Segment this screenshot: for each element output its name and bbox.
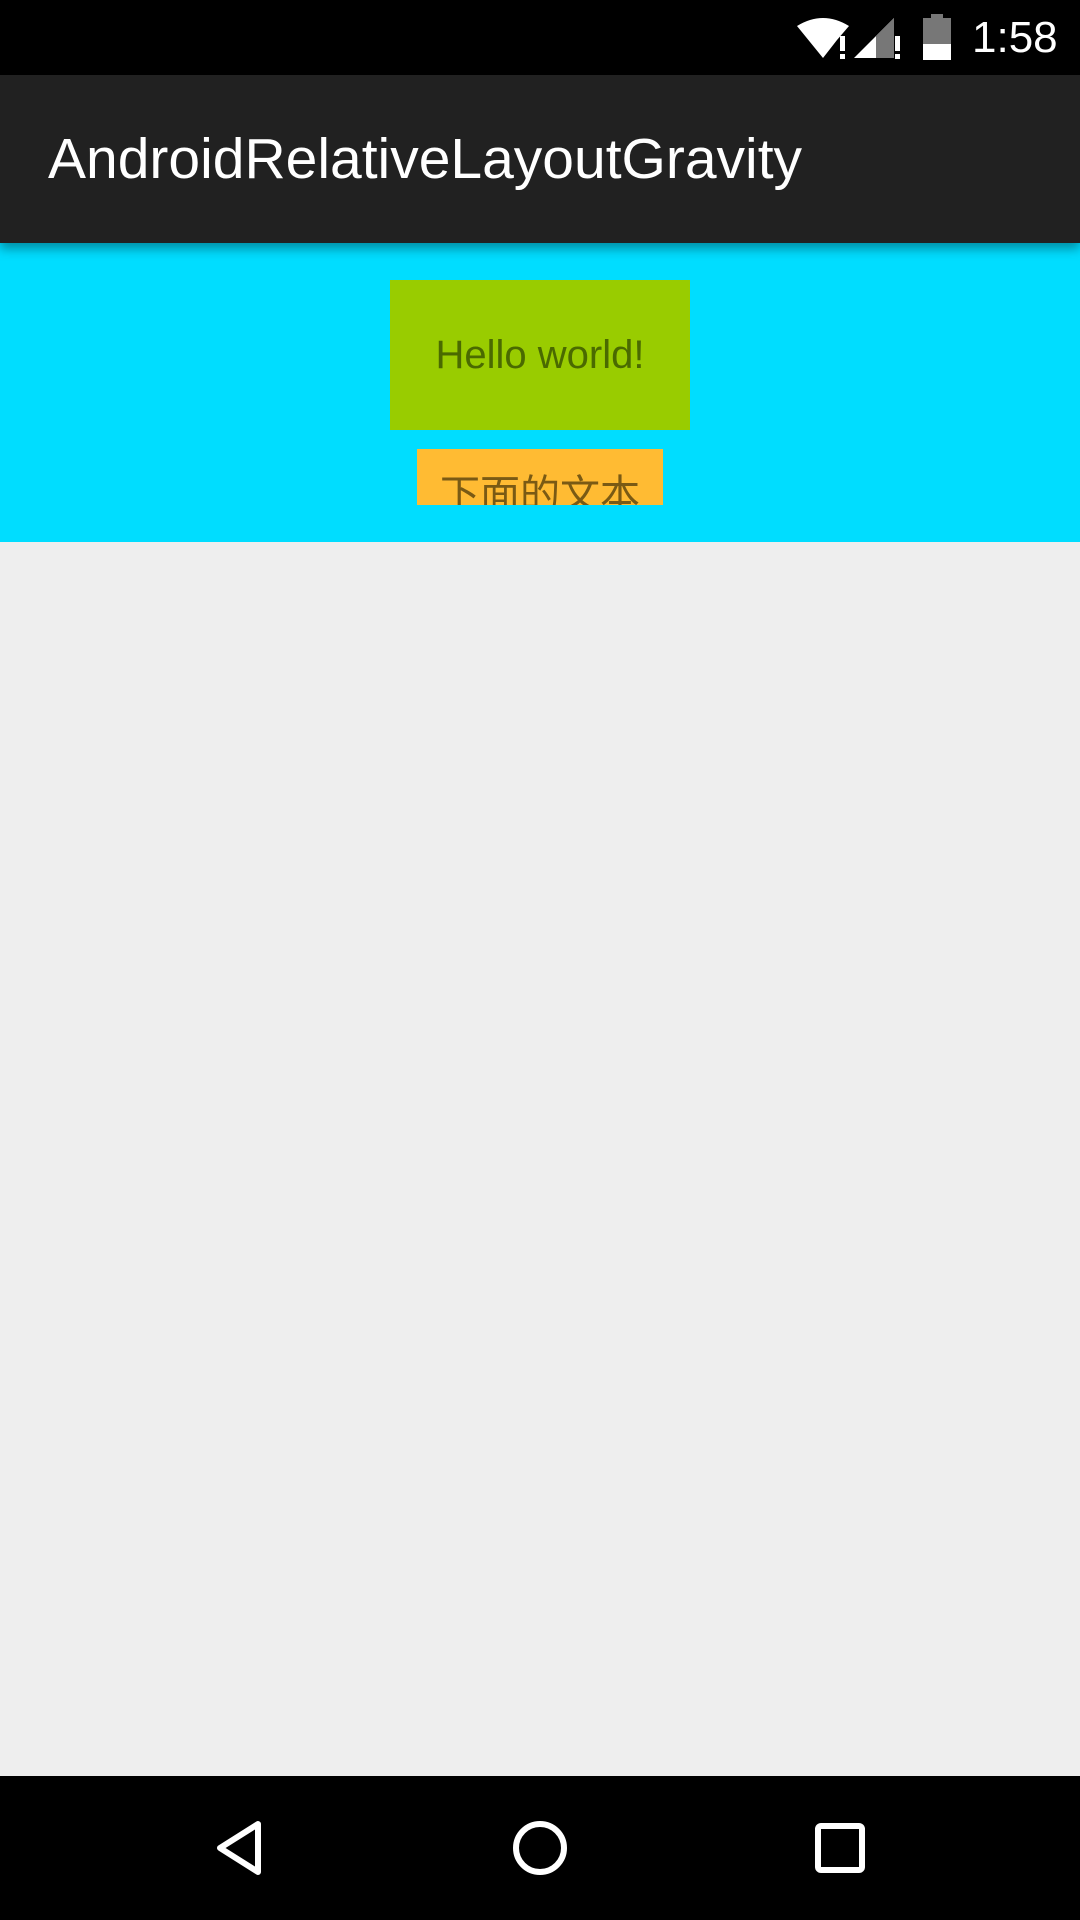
clipped-text-box: 下面的文本 [417, 449, 663, 505]
recent-apps-icon [815, 1823, 865, 1873]
action-bar: AndroidRelativeLayoutGravity [0, 75, 1080, 243]
relative-layout: Hello world! 下面的文本 [0, 243, 1080, 542]
home-icon [513, 1821, 567, 1875]
app-title: AndroidRelativeLayoutGravity [48, 127, 803, 191]
content-area: Hello world! 下面的文本 [0, 243, 1080, 1776]
status-bar: 1:58 [0, 0, 1080, 75]
wifi-alert-icon [797, 18, 849, 59]
status-clock: 1:58 [972, 13, 1058, 62]
back-icon [217, 1821, 261, 1875]
hello-world-text: Hello world! [390, 280, 690, 430]
navigation-bar [0, 1776, 1080, 1920]
signal-alert-icon [854, 18, 900, 59]
recent-apps-button[interactable] [740, 1776, 940, 1920]
battery-icon [923, 14, 951, 60]
clipped-text: 下面的文本 [440, 473, 640, 505]
home-button[interactable] [440, 1776, 640, 1920]
back-button[interactable] [140, 1776, 340, 1920]
